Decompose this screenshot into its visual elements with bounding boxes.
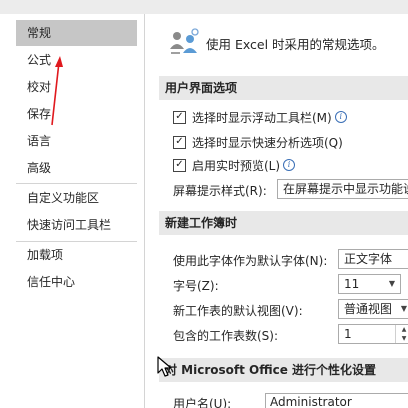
sheet-count-spinner[interactable]: 1 ▲ ▼ <box>338 324 408 344</box>
nav-item-advanced[interactable]: 高级 <box>16 155 137 181</box>
screentip-style-select[interactable]: 在屏幕提示中显示功能说 <box>277 179 408 199</box>
option-show-quick-analysis[interactable]: ✓ 选择时显示快速分析选项(Q) <box>173 133 343 151</box>
nav-item-quick-access-toolbar[interactable]: 快速访问工具栏 <box>16 212 137 238</box>
nav-item-proofing[interactable]: 校对 <box>16 74 137 100</box>
option-label: 选择时显示浮动工具栏(M) <box>192 110 332 125</box>
section-title-ui-options: 用户界面选项 <box>159 76 408 100</box>
nav-item-general[interactable]: 常规 <box>16 20 137 46</box>
sheet-count-label: 包含的工作表数(S): <box>173 329 279 343</box>
checkbox-live-preview[interactable]: ✓ <box>173 158 186 172</box>
default-view-select[interactable]: 普通视图 ▼ <box>338 299 408 319</box>
default-font-select[interactable]: 正文字体 <box>338 249 408 269</box>
section-title-new-workbook: 新建工作簿时 <box>159 211 408 235</box>
screentip-style-value: 在屏幕提示中显示功能说 <box>283 182 408 196</box>
default-view-value: 普通视图 <box>344 302 393 316</box>
nav-item-customize-ribbon[interactable]: 自定义功能区 <box>16 185 137 211</box>
option-show-mini-toolbar[interactable]: ✓ 选择时显示浮动工具栏(M) i <box>173 108 347 126</box>
info-icon[interactable]: i <box>283 159 296 171</box>
sheet-count-value: 1 <box>344 327 352 341</box>
nav-item-trust-center[interactable]: 信任中心 <box>16 269 137 295</box>
checkbox-mini-toolbar[interactable]: ✓ <box>173 110 186 124</box>
default-font-label: 使用此字体作为默认字体(N): <box>173 254 328 268</box>
username-value: Administrator <box>270 395 352 408</box>
font-size-select[interactable]: 11 ▼ <box>338 274 401 294</box>
nav-separator <box>16 183 137 184</box>
section-title-personalize: 对 Microsoft Office 进行个性化设置 <box>159 358 408 382</box>
nav-item-add-ins[interactable]: 加载项 <box>16 242 137 268</box>
option-live-preview[interactable]: ✓ 启用实时预览(L) i <box>173 156 296 174</box>
nav-top-edge <box>0 0 145 14</box>
option-label: 选择时显示快速分析选项(Q) <box>192 135 343 150</box>
nav-item-save[interactable]: 保存 <box>16 101 137 127</box>
checkbox-quick-analysis[interactable]: ✓ <box>173 135 186 149</box>
options-nav-pane: 常规 公式 校对 保存 语言 高级 自定义功能区 快速访问工具栏 加载项 信任中… <box>0 0 145 408</box>
page-description: 使用 Excel 时采用的常规选项。 <box>206 37 385 52</box>
default-view-label: 新工作表的默认视图(V): <box>173 304 303 318</box>
nav-item-language[interactable]: 语言 <box>16 128 137 154</box>
default-font-value: 正文字体 <box>344 252 393 266</box>
font-size-value: 11 <box>344 277 360 291</box>
chevron-down-icon[interactable]: ▼ <box>384 275 400 293</box>
nav-item-formulas[interactable]: 公式 <box>16 47 137 73</box>
screentip-style-label: 屏幕提示样式(R): <box>173 184 267 198</box>
settings-people-icon <box>170 28 199 54</box>
username-input[interactable]: Administrator <box>265 393 408 408</box>
font-size-label: 字号(Z): <box>173 279 219 293</box>
username-label: 用户名(U): <box>173 397 232 408</box>
info-icon[interactable]: i <box>334 111 347 123</box>
chevron-down-icon[interactable]: ▼ <box>396 300 408 318</box>
options-content-pane: 使用 Excel 时采用的常规选项。 用户界面选项 ✓ 选择时显示浮动工具栏(M… <box>145 0 408 408</box>
option-label: 启用实时预览(L) <box>192 158 281 173</box>
content-top-edge <box>145 0 408 14</box>
spinner-arrows-icon[interactable]: ▲ ▼ <box>395 325 408 343</box>
